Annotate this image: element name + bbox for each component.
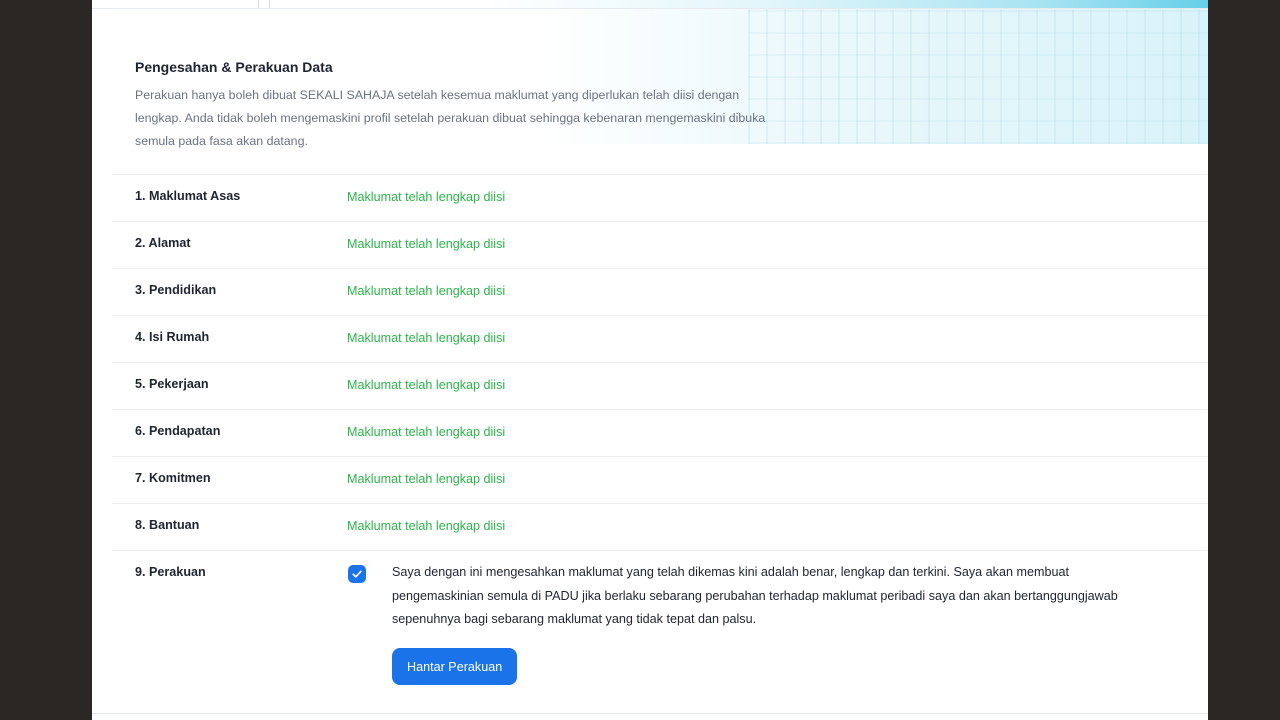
list-item: 4. Isi Rumah Maklumat telah lengkap diis… — [112, 315, 1208, 362]
list-item: 8. Bantuan Maklumat telah lengkap diisi — [112, 503, 1208, 550]
status-text: Maklumat telah lengkap diisi — [347, 425, 506, 439]
list-item: 3. Pendidikan Maklumat telah lengkap dii… — [112, 268, 1208, 315]
declaration-row: 9. Perakuan Saya dengan ini mengesahkan … — [112, 550, 1208, 719]
main-panel: Pengesahan & Perakuan Data Perakuan hany… — [92, 0, 1208, 720]
row-label: 3. Pendidikan — [135, 283, 217, 297]
list-item: 6. Pendapatan Maklumat telah lengkap dii… — [112, 409, 1208, 456]
section-title: Pengesahan & Perakuan Data — [135, 59, 333, 75]
list-item: 5. Pekerjaan Maklumat telah lengkap diis… — [112, 362, 1208, 409]
section-description: Perakuan hanya boleh dibuat SEKALI SAHAJ… — [135, 88, 766, 148]
row-label: 7. Komitmen — [135, 471, 211, 485]
status-text: Maklumat telah lengkap diisi — [347, 284, 506, 298]
row-label: 1. Maklumat Asas — [135, 189, 241, 203]
list-item: 7. Komitmen Maklumat telah lengkap diisi — [112, 456, 1208, 503]
submit-declaration-button[interactable]: Hantar Perakuan — [392, 648, 518, 685]
status-text: Maklumat telah lengkap diisi — [347, 190, 506, 204]
declaration-checkbox[interactable] — [348, 565, 366, 583]
row-label: 2. Alamat — [135, 236, 191, 250]
decorative-pattern — [748, 9, 1208, 144]
row-label: 5. Pekerjaan — [135, 377, 209, 391]
row-label: 4. Isi Rumah — [135, 330, 210, 344]
status-text: Maklumat telah lengkap diisi — [347, 378, 506, 392]
row-label: 6. Pendapatan — [135, 424, 221, 438]
top-banner-strip — [92, 0, 1208, 9]
row-label: 8. Bantuan — [135, 518, 200, 532]
list-item: 1. Maklumat Asas Maklumat telah lengkap … — [112, 174, 1208, 221]
status-list: 1. Maklumat Asas Maklumat telah lengkap … — [112, 174, 1208, 719]
divider — [92, 713, 1208, 714]
declaration-text: Saya dengan ini mengesahkan maklumat yan… — [392, 565, 1118, 626]
list-item: 2. Alamat Maklumat telah lengkap diisi — [112, 221, 1208, 268]
status-text: Maklumat telah lengkap diisi — [347, 472, 506, 486]
check-icon — [352, 570, 362, 578]
row-label: 9. Perakuan — [135, 565, 206, 579]
status-text: Maklumat telah lengkap diisi — [347, 519, 506, 533]
status-text: Maklumat telah lengkap diisi — [347, 237, 506, 251]
status-text: Maklumat telah lengkap diisi — [347, 331, 506, 345]
